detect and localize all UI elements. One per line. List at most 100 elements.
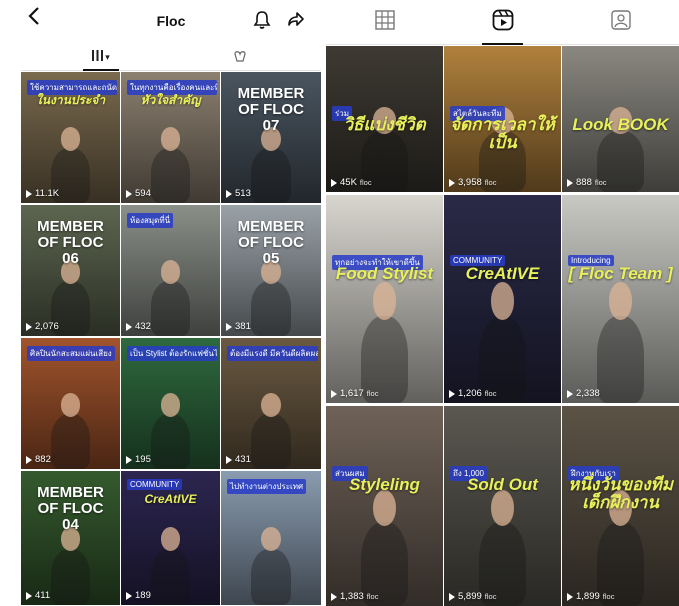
post-tile[interactable]: MEMBER OF FLOC 07 513 bbox=[221, 72, 321, 203]
account-tag: floc bbox=[602, 592, 615, 601]
play-icon bbox=[26, 189, 32, 198]
view-count: 1,383 floc bbox=[331, 591, 378, 602]
person-figure bbox=[150, 147, 191, 203]
view-count-value: 594 bbox=[135, 188, 151, 199]
profile-tabs: ▾ bbox=[21, 44, 321, 71]
view-count-value: 195 bbox=[135, 454, 151, 465]
reel-tile[interactable]: Look BOOK 888 floc bbox=[562, 46, 679, 192]
person-figure bbox=[50, 548, 91, 605]
account-tag: floc bbox=[366, 592, 379, 601]
post-headline: วิธีแบ่งชีวิต bbox=[343, 115, 426, 134]
view-count-value: 11.1K bbox=[35, 188, 60, 199]
tab-tagged[interactable] bbox=[562, 0, 679, 44]
post-tile[interactable]: ในทุกงานคือเรื่องคนและทีม หัวใจสำคัญ 594 bbox=[121, 72, 220, 203]
play-icon bbox=[226, 322, 232, 331]
person-head bbox=[608, 282, 633, 320]
post-tile[interactable]: MEMBER OF FLOC 04 411 bbox=[21, 471, 120, 605]
reel-tile[interactable]: ฝึกงานกับเรา หนึ่งวันของทีมเด็กฝึกงาน 1,89… bbox=[562, 406, 679, 606]
play-icon bbox=[331, 389, 337, 398]
reel-tile[interactable]: ทุกอย่างจะทำให้เขาดีขึ้น Food Stylist 1,61… bbox=[326, 195, 443, 403]
reel-tile[interactable]: ส่วนผสม Styleling 1,383 floc bbox=[326, 406, 443, 606]
post-tile[interactable]: MEMBER OF FLOC 06 2,076 bbox=[21, 205, 120, 336]
share-icon[interactable] bbox=[287, 10, 305, 33]
person-head bbox=[261, 393, 281, 417]
post-headline: Food Stylist bbox=[335, 264, 434, 283]
view-count: 432 bbox=[126, 321, 151, 332]
view-count: 1,617 floc bbox=[331, 388, 378, 399]
view-count-value: 3,958 bbox=[458, 177, 482, 188]
view-count-value: 381 bbox=[235, 321, 251, 332]
reel-tile[interactable]: COMMUNITY CreAtIVE 1,206 floc bbox=[444, 195, 561, 403]
post-headline: จัดการเวลาให้เป็น bbox=[450, 115, 555, 152]
person-figure bbox=[597, 315, 644, 403]
post-tile[interactable]: ใช้ความสามารถและถนัด ดีที่ในงานประจำ11.1… bbox=[21, 72, 120, 203]
post-subtitle: ไปทำงานต่างประเทศ bbox=[227, 479, 307, 494]
play-icon bbox=[567, 178, 573, 187]
tab-grid[interactable] bbox=[326, 0, 443, 44]
post-tile[interactable]: ศิลปินนักสะสมแผ่นเสียง 882 bbox=[21, 338, 120, 469]
grid-icon bbox=[374, 9, 395, 35]
person-head bbox=[160, 127, 181, 151]
post-headline: Styleling bbox=[349, 475, 420, 494]
reels-panel: ร่วม วิธีแบ่งชีวิต 45K floc สไตล์วันละทีม จัด… bbox=[326, 0, 679, 606]
person-figure bbox=[150, 413, 191, 469]
person-figure bbox=[50, 413, 91, 469]
post-headline: MEMBER OF FLOC 07 bbox=[237, 85, 305, 134]
bell-icon[interactable] bbox=[253, 10, 271, 35]
profile-header: Floc bbox=[21, 0, 321, 44]
tab-reels[interactable] bbox=[444, 0, 561, 45]
play-icon bbox=[449, 389, 455, 398]
content-tabs bbox=[326, 0, 679, 45]
person-head bbox=[160, 260, 181, 284]
reel-tile[interactable]: สไตล์วันละทีม จัดการเวลาให้เป็น 3,958 floc bbox=[444, 46, 561, 192]
play-icon bbox=[331, 178, 337, 187]
account-tag: floc bbox=[366, 389, 379, 398]
reel-tile[interactable]: Introducing[ Floc Team ] 2,338 bbox=[562, 195, 679, 403]
post-headline: CreAtIVE bbox=[465, 264, 540, 283]
view-count-value: 1,899 bbox=[576, 591, 600, 602]
post-headline: MEMBER OF FLOC 05 bbox=[237, 218, 305, 267]
post-tile[interactable]: เป็น Stylist ต้องรักแฟชั่นไหม? 195 bbox=[121, 338, 220, 469]
post-tile[interactable]: ต้องมีแรงดี มีควันดีผลิตผล 431 bbox=[221, 338, 321, 469]
account-tag: floc bbox=[484, 389, 497, 398]
post-tile[interactable]: ไปทำงานต่างประเทศ bbox=[221, 471, 321, 605]
post-grid: ใช้ความสามารถและถนัด ดีที่ในงานประจำ11.1… bbox=[21, 72, 321, 606]
play-icon bbox=[26, 591, 32, 600]
person-head bbox=[60, 127, 81, 151]
account-tag: floc bbox=[484, 178, 497, 187]
view-count-value: 1,617 bbox=[340, 388, 364, 399]
view-count-value: 189 bbox=[135, 590, 151, 601]
person-head bbox=[160, 393, 181, 417]
tab-tagged[interactable] bbox=[221, 44, 261, 70]
account-tag: floc bbox=[484, 592, 497, 601]
post-headline: MEMBER OF FLOC 04 bbox=[37, 484, 104, 533]
view-count-value: 1,383 bbox=[340, 591, 364, 602]
person-figure bbox=[251, 147, 291, 203]
person-head bbox=[490, 282, 515, 320]
tagged-heart-icon bbox=[233, 50, 249, 65]
view-count: 882 bbox=[26, 454, 51, 465]
person-head bbox=[60, 393, 81, 417]
view-count-value: 882 bbox=[35, 454, 51, 465]
account-tag: floc bbox=[594, 178, 607, 187]
grid-icon bbox=[92, 50, 104, 64]
view-count: 45K floc bbox=[331, 177, 372, 188]
reel-tile[interactable]: ถึง 1,000 Sold Out 5,899 floc bbox=[444, 406, 561, 606]
view-count-value: 1,206 bbox=[458, 388, 482, 399]
view-count: 189 bbox=[126, 590, 151, 601]
view-count: 888 floc bbox=[567, 177, 607, 188]
view-count-value: 5,899 bbox=[458, 591, 482, 602]
reel-tile[interactable]: ร่วม วิธีแบ่งชีวิต 45K floc bbox=[326, 46, 443, 192]
reels-icon bbox=[492, 9, 514, 36]
view-count: 3,958 floc bbox=[449, 177, 496, 188]
post-subtitle: ต้องมีแรงดี มีควันดีผลิตผล bbox=[227, 346, 318, 361]
post-subtitle: ห้องสมุดที่นี่ bbox=[127, 213, 174, 228]
view-count: 431 bbox=[226, 454, 251, 465]
view-count-value: 45K bbox=[340, 177, 357, 188]
post-tile[interactable]: ห้องสมุดที่นี่ 432 bbox=[121, 205, 220, 336]
play-icon bbox=[449, 592, 455, 601]
post-tile[interactable]: MEMBER OF FLOC 05 381 bbox=[221, 205, 321, 336]
post-tile[interactable]: COMMUNITY CreAtIVE 189 bbox=[121, 471, 220, 605]
tab-posts-grid[interactable]: ▾ bbox=[81, 44, 121, 71]
play-icon bbox=[331, 592, 337, 601]
